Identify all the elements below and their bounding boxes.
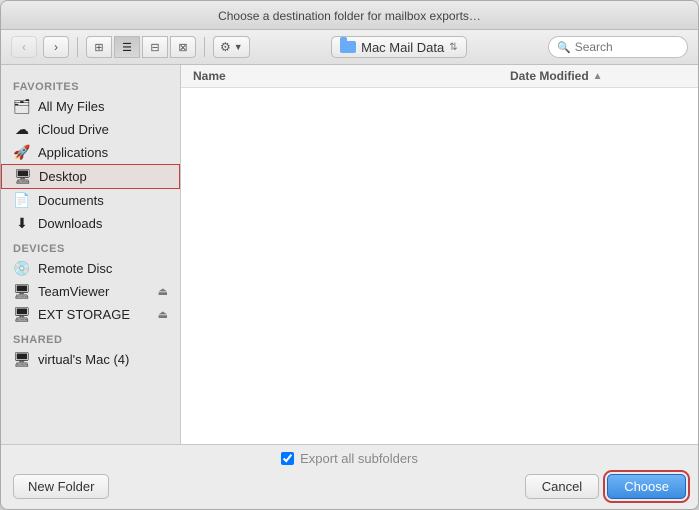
sidebar-item-icloud-drive[interactable]: ☁ iCloud Drive [1, 118, 180, 141]
sidebar-label-ext-storage: EXT STORAGE [38, 307, 130, 322]
sidebar-label-all-my-files: All My Files [38, 99, 104, 114]
current-folder-name: Mac Mail Data [361, 40, 444, 55]
icloud-drive-icon: ☁ [13, 121, 31, 138]
export-subfolders-label: Export all subfolders [300, 451, 418, 466]
view-cover-btn[interactable]: ⊠ [170, 36, 196, 58]
export-subfolders-checkbox[interactable] [281, 452, 294, 465]
sidebar-item-desktop[interactable]: 🖥 Desktop [1, 164, 180, 189]
separator-1 [77, 37, 78, 57]
sidebar-item-all-my-files[interactable]: 🗂 All My Files [1, 95, 180, 118]
export-subfolders-row: Export all subfolders [1, 445, 698, 470]
action-icon: ⚙ [220, 40, 231, 54]
title-bar: Choose a destination folder for mailbox … [1, 1, 698, 30]
sidebar-item-applications[interactable]: 🚀 Applications [1, 141, 180, 164]
documents-icon: 📄 [13, 192, 31, 209]
forward-button[interactable]: › [43, 36, 69, 58]
remote-disc-icon: 💿 [13, 260, 31, 277]
action-button[interactable]: ⚙ ▼ [213, 36, 250, 58]
forward-icon: › [54, 40, 58, 54]
column-name-label: Name [193, 69, 226, 83]
sidebar: Favorites 🗂 All My Files ☁ iCloud Drive … [1, 65, 181, 444]
sidebar-item-documents[interactable]: 📄 Documents [1, 189, 180, 212]
column-view-icon: ⊟ [150, 41, 159, 54]
folder-selector: Mac Mail Data ⇅ [256, 36, 542, 58]
search-input[interactable] [575, 40, 679, 54]
folder-icon [340, 41, 356, 53]
column-date[interactable]: Date Modified ▲ [498, 69, 698, 83]
virtuals-mac-icon: 🖥 [13, 351, 31, 368]
view-col-btn[interactable]: ⊟ [142, 36, 168, 58]
ext-storage-eject-icon[interactable]: ⏏ [158, 308, 168, 321]
applications-icon: 🚀 [13, 144, 31, 161]
sidebar-label-documents: Documents [38, 193, 104, 208]
icon-view-icon: ⊞ [94, 41, 103, 54]
list-view-icon: ☰ [122, 41, 132, 54]
desktop-icon: 🖥 [14, 168, 32, 185]
right-buttons: Cancel Choose [525, 474, 686, 499]
search-icon: 🔍 [557, 41, 571, 54]
toolbar: ‹ › ⊞ ☰ ⊟ ⊠ ⚙ ▼ [1, 30, 698, 65]
sidebar-label-desktop: Desktop [39, 169, 87, 184]
dialog-window: Choose a destination folder for mailbox … [0, 0, 699, 510]
file-rows [181, 88, 698, 444]
sidebar-label-downloads: Downloads [38, 216, 102, 231]
teamviewer-icon: 🖥 [13, 283, 31, 300]
sidebar-label-remote-disc: Remote Disc [38, 261, 112, 276]
back-button[interactable]: ‹ [11, 36, 37, 58]
sidebar-item-teamviewer[interactable]: 🖥 TeamViewer ⏏ [1, 280, 180, 303]
sidebar-item-virtuals-mac[interactable]: 🖥 virtual's Mac (4) [1, 348, 180, 371]
teamviewer-eject-icon[interactable]: ⏏ [158, 285, 168, 298]
back-icon: ‹ [22, 40, 26, 54]
file-list-header: Name Date Modified ▲ [181, 65, 698, 88]
shared-section-label: Shared [1, 330, 180, 348]
all-my-files-icon: 🗂 [13, 98, 31, 115]
main-content: Favorites 🗂 All My Files ☁ iCloud Drive … [1, 65, 698, 444]
sort-arrow-icon: ▲ [593, 71, 603, 82]
sidebar-label-applications: Applications [38, 145, 108, 160]
favorites-section-label: Favorites [1, 77, 180, 95]
column-date-label: Date Modified [510, 69, 589, 83]
folder-chevron-icon: ⇅ [449, 42, 457, 53]
cover-view-icon: ⊠ [178, 41, 187, 54]
choose-button[interactable]: Choose [607, 474, 686, 499]
view-icon-btn[interactable]: ⊞ [86, 36, 112, 58]
column-name[interactable]: Name [181, 69, 498, 83]
view-list-btn[interactable]: ☰ [114, 36, 140, 58]
footer: Export all subfolders New Folder Cancel … [1, 444, 698, 509]
action-chevron: ▼ [234, 42, 243, 52]
file-list-area: Name Date Modified ▲ [181, 65, 698, 444]
cancel-button[interactable]: Cancel [525, 474, 599, 499]
dialog-title: Choose a destination folder for mailbox … [218, 9, 481, 23]
devices-section-label: Devices [1, 239, 180, 257]
sidebar-item-remote-disc[interactable]: 💿 Remote Disc [1, 257, 180, 280]
sidebar-item-ext-storage[interactable]: 🖥 EXT STORAGE ⏏ [1, 303, 180, 326]
current-folder-button[interactable]: Mac Mail Data ⇅ [331, 36, 466, 58]
downloads-icon: ⬇ [13, 215, 31, 232]
search-box[interactable]: 🔍 [548, 36, 688, 58]
view-buttons: ⊞ ☰ ⊟ ⊠ [86, 36, 196, 58]
sidebar-item-downloads[interactable]: ⬇ Downloads [1, 212, 180, 235]
separator-2 [204, 37, 205, 57]
sidebar-label-teamviewer: TeamViewer [38, 284, 109, 299]
sidebar-label-virtuals-mac: virtual's Mac (4) [38, 352, 129, 367]
sidebar-label-icloud-drive: iCloud Drive [38, 122, 109, 137]
new-folder-button[interactable]: New Folder [13, 474, 109, 499]
ext-storage-icon: 🖥 [13, 306, 31, 323]
footer-buttons: New Folder Cancel Choose [1, 470, 698, 509]
